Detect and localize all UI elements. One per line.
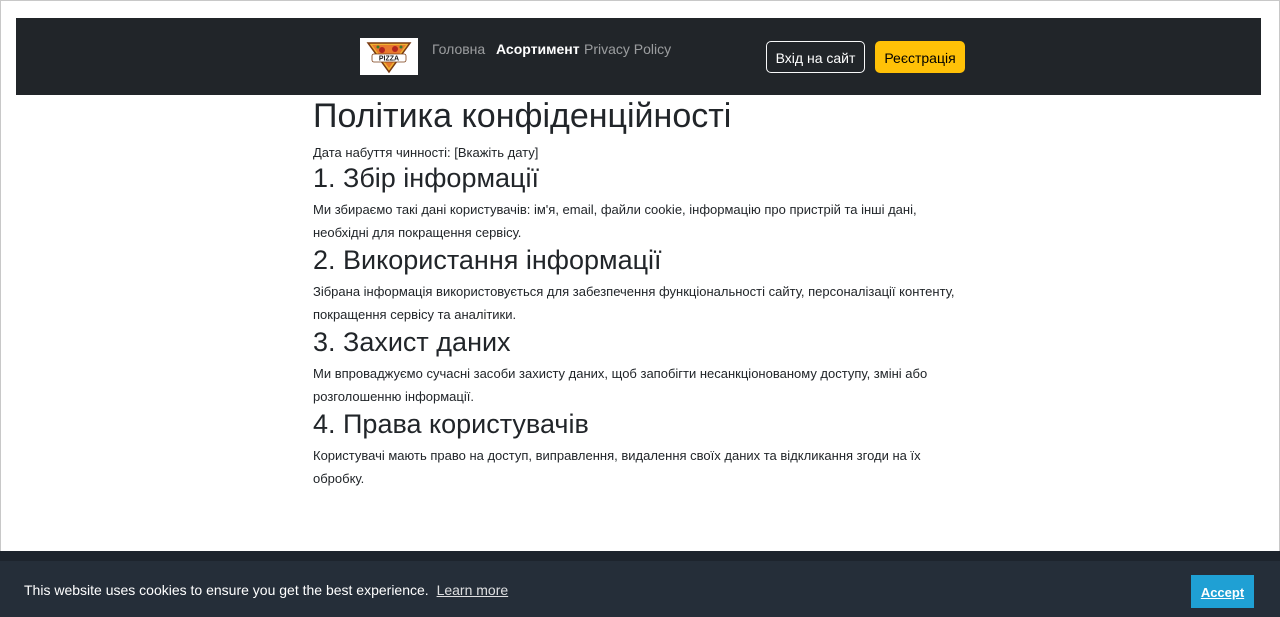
logo-text: PIZZA bbox=[379, 56, 399, 63]
effective-date: Дата набуття чинності: [Вкажіть дату] bbox=[313, 145, 539, 160]
section-title: 1. Збір інформації bbox=[313, 163, 540, 193]
section-title: 2. Використання інформації bbox=[313, 245, 662, 275]
accept-cookies-button[interactable]: Accept bbox=[1191, 575, 1254, 608]
nav-assortment-link[interactable]: Асортимент bbox=[496, 41, 580, 57]
login-button[interactable]: Вхід на сайт bbox=[766, 41, 865, 73]
section-text: Ми впроваджуємо сучасні засоби захисту д… bbox=[313, 366, 928, 404]
learn-more-link[interactable]: Learn more bbox=[437, 582, 509, 598]
section-title: 4. Права користувачів bbox=[313, 409, 589, 439]
section-text: Зібрана інформація використовується для … bbox=[313, 284, 955, 322]
pizza-logo-icon[interactable]: PIZZA bbox=[360, 38, 418, 75]
section-text: Користувачі мають право на доступ, випра… bbox=[313, 448, 921, 486]
section-text: Ми збираємо такі дані користувачів: ім'я… bbox=[313, 202, 917, 240]
nav-home-link[interactable]: Головна bbox=[432, 41, 485, 57]
page-title: Політика конфіденційності bbox=[313, 97, 732, 135]
nav-privacy-link[interactable]: Privacy Policy bbox=[584, 41, 671, 57]
privacy-content: Політика конфіденційності Дата набуття ч… bbox=[313, 96, 963, 490]
cookie-message: This website uses cookies to ensure you … bbox=[24, 582, 429, 598]
register-button[interactable]: Реєстрація bbox=[875, 41, 965, 73]
cookie-banner-edge bbox=[0, 551, 1280, 561]
navbar: PIZZA Головна Асортимент Privacy Policy … bbox=[16, 18, 1261, 95]
cookie-message-row: This website uses cookies to ensure you … bbox=[24, 582, 508, 598]
section-title: 3. Захист даних bbox=[313, 327, 511, 357]
